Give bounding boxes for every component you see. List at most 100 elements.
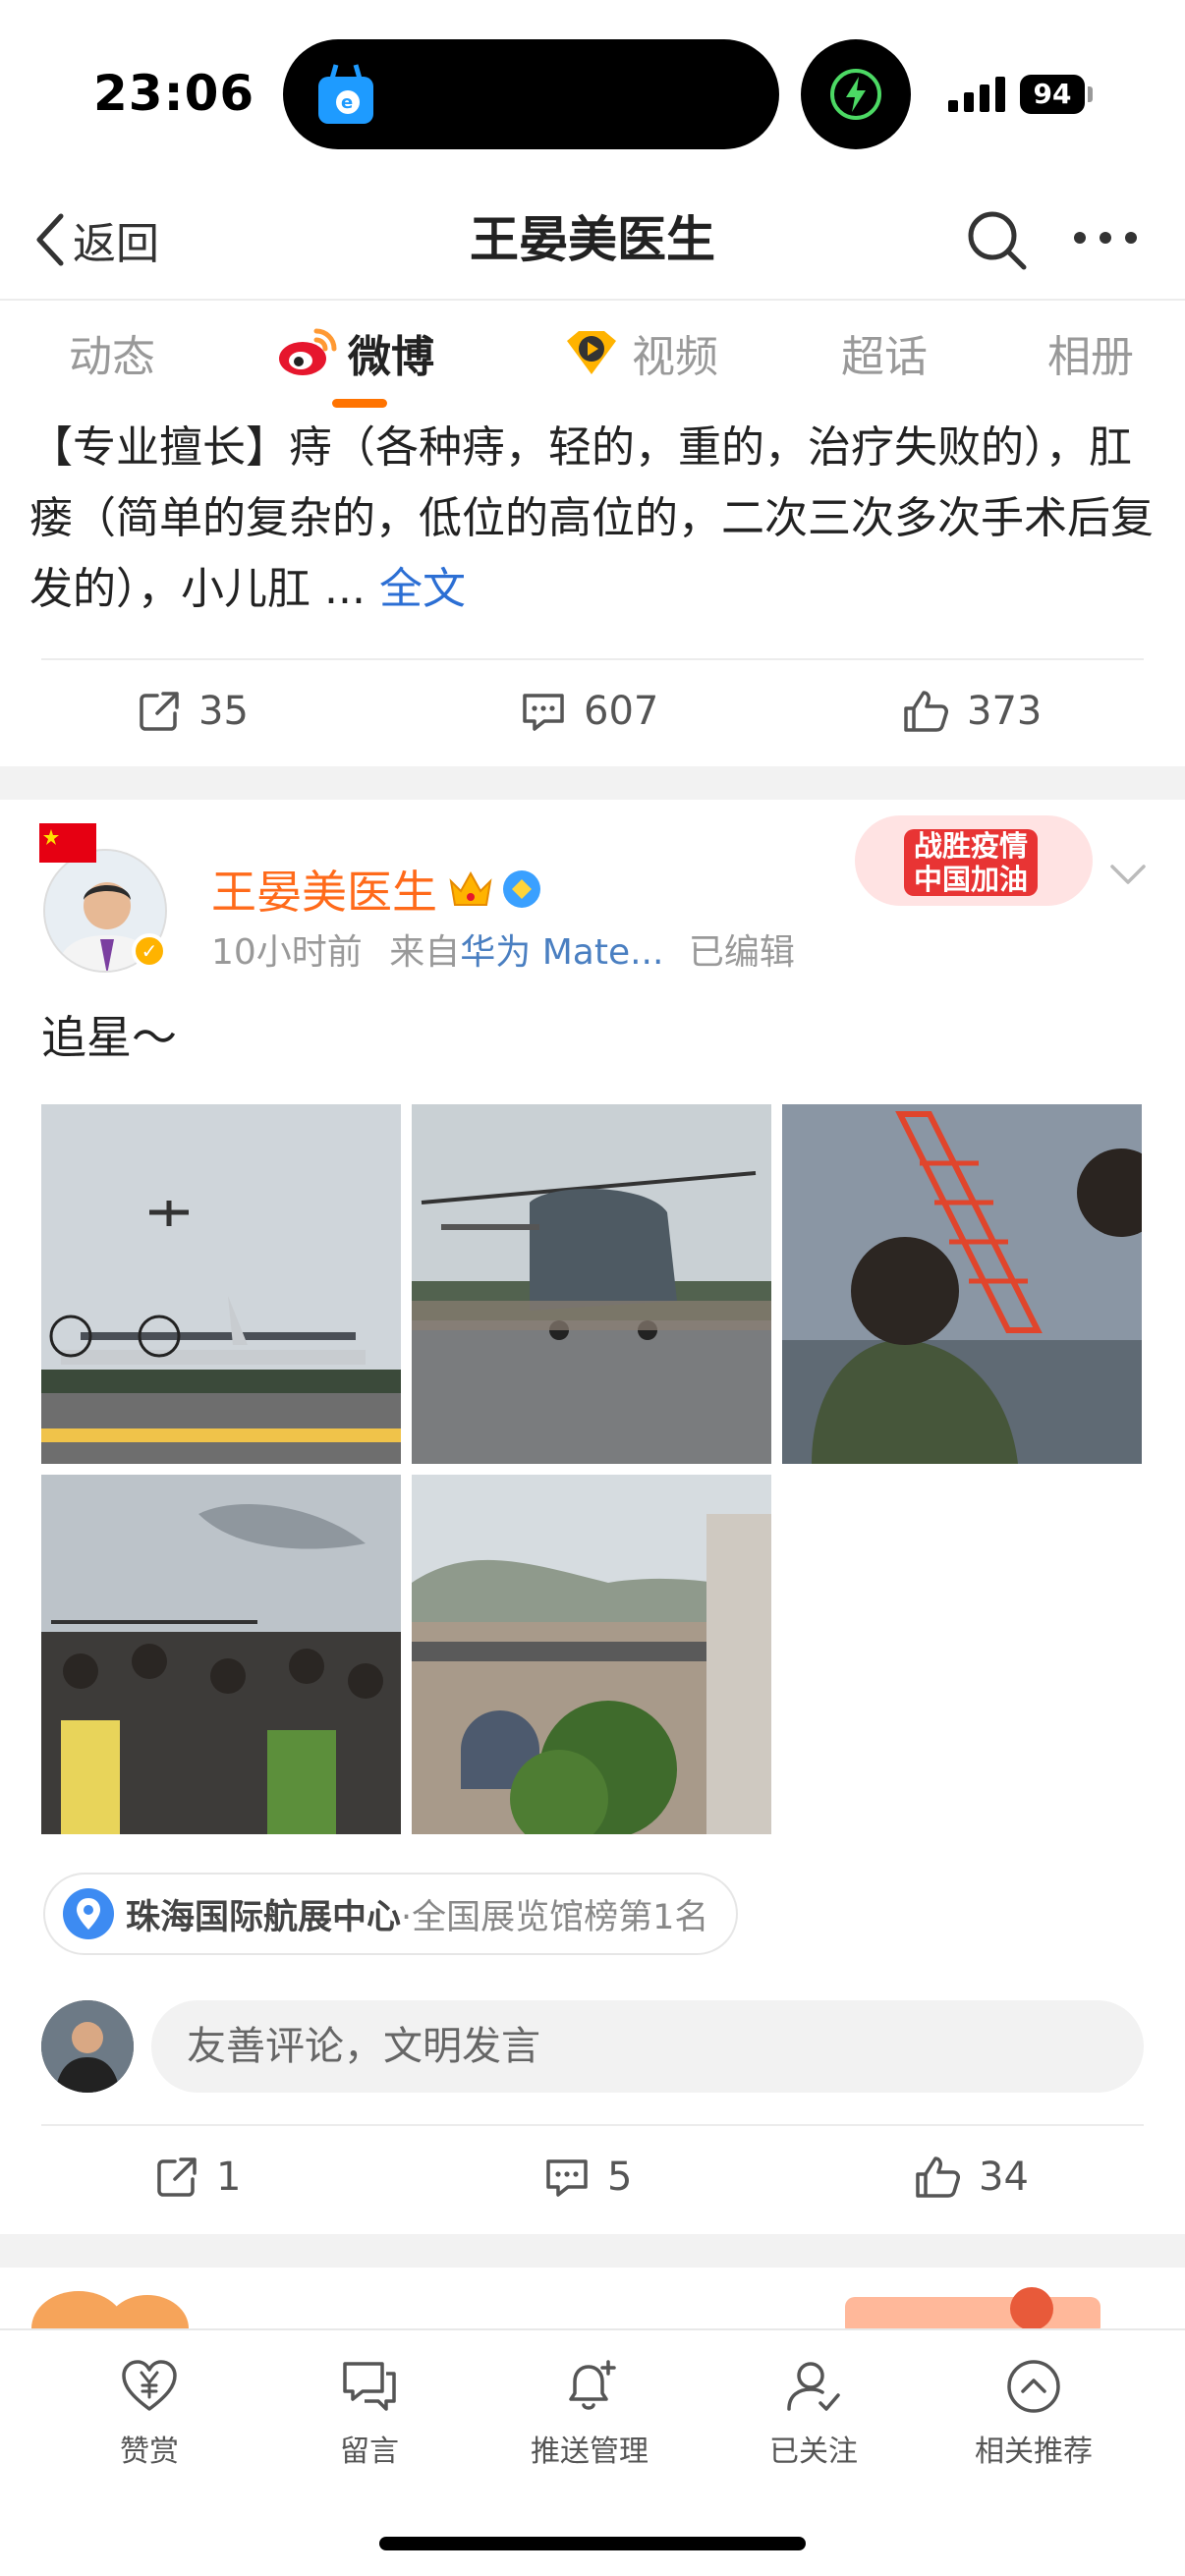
location-name: 珠海国际航展中心	[126, 1897, 402, 1937]
like-button[interactable]: 373	[902, 662, 1042, 760]
membership-badge-icon	[503, 870, 540, 908]
tab-super-topic[interactable]: 超话	[841, 318, 928, 387]
video-icon	[567, 331, 616, 374]
tab-dynamics[interactable]: 动态	[69, 318, 155, 387]
user-photo-icon	[41, 2000, 134, 2093]
thumbs-up-icon	[916, 2156, 960, 2198]
tab-label: 视频	[632, 332, 718, 382]
post-meta: 10小时前 来自华为 Mate... 已编辑	[211, 924, 795, 975]
chevron-down-icon[interactable]	[1108, 863, 1148, 888]
yen-heart-icon	[122, 2360, 177, 2411]
user-check-icon	[787, 2362, 840, 2411]
aircraft-photo	[41, 1104, 401, 1464]
dynamic-island: e	[283, 39, 779, 149]
campaign-line-2: 中国加油	[914, 863, 1029, 896]
photo-thumbnail[interactable]	[782, 1104, 1142, 1464]
profile-tabs: 动态 微博 视频 超话 相册	[0, 299, 1185, 408]
post-actions: 35 607 373	[0, 662, 1185, 760]
next-post-decoration	[31, 2287, 1100, 2328]
bottom-label: 已关注	[769, 2435, 858, 2469]
repost-count: 1	[216, 2155, 242, 2200]
related-recommend-button[interactable]: 相关推荐	[945, 2356, 1122, 2470]
comment-input[interactable]: 友善评论，文明发言	[151, 2000, 1144, 2093]
campaign-badge[interactable]: 战胜疫情 中国加油	[855, 815, 1093, 906]
comment-icon	[523, 694, 564, 731]
divider	[41, 2124, 1144, 2126]
comment-count: 607	[584, 689, 659, 734]
post-source[interactable]: 华为 Mate...	[460, 932, 663, 973]
message-icon	[343, 2362, 396, 2411]
building-photo	[412, 1475, 771, 1834]
tab-video[interactable]: 视频	[563, 318, 718, 387]
author-avatar[interactable]: ✓	[39, 823, 172, 973]
status-bar: 23:06 e 94	[0, 0, 1185, 187]
leave-message-button[interactable]: 留言	[281, 2356, 458, 2470]
campaign-line-1: 战胜疫情	[914, 829, 1029, 863]
location-pin-icon	[63, 1888, 114, 1939]
location-rank: ·全国展览馆榜第1名	[401, 1897, 709, 1937]
china-flag-icon	[39, 823, 96, 863]
following-button[interactable]: 已关注	[725, 2356, 902, 2470]
tab-label: 动态	[69, 332, 155, 382]
feed-separator	[0, 766, 1185, 800]
home-indicator[interactable]	[379, 2537, 806, 2550]
battery-tip	[1088, 86, 1093, 102]
feed-separator	[0, 2234, 1185, 2268]
tab-label: 相册	[1047, 332, 1134, 382]
reward-button[interactable]: 赞赏	[61, 2356, 238, 2470]
repost-button[interactable]: 35	[138, 662, 249, 760]
post-text: 【专业擅长】痔（各种痔，轻的，重的，治疗失败的），肛瘘（简单的复杂的，低位的高位…	[29, 413, 1159, 625]
share-icon	[140, 692, 179, 731]
my-avatar[interactable]	[41, 2000, 134, 2093]
post-time: 10小时前	[211, 932, 363, 973]
photo-thumbnail[interactable]	[412, 1104, 771, 1464]
share-icon	[157, 2157, 197, 2197]
helicopter-photo	[412, 1104, 771, 1464]
tab-label: 超话	[841, 332, 928, 382]
shopping-bag-app-icon: e	[318, 64, 373, 124]
comment-icon	[546, 2159, 588, 2197]
search-icon[interactable]	[963, 200, 1032, 279]
tab-album[interactable]: 相册	[1047, 318, 1134, 387]
full-text-link[interactable]: 全文	[379, 564, 466, 614]
bolt-icon	[830, 69, 881, 120]
crown-icon	[449, 870, 492, 906]
active-tab-indicator	[332, 399, 387, 408]
photo-thumbnail[interactable]	[41, 1475, 401, 1834]
repost-count: 35	[198, 689, 249, 734]
svg-text:e: e	[341, 92, 353, 113]
status-time: 23:06	[93, 65, 255, 122]
charging-indicator	[801, 39, 911, 149]
repost-button[interactable]: 1	[155, 2128, 241, 2226]
bottom-label: 相关推荐	[975, 2435, 1093, 2469]
signal-icon	[948, 77, 1005, 112]
divider	[41, 658, 1144, 660]
thumbs-up-icon	[904, 691, 948, 732]
photo-thumbnail[interactable]	[412, 1475, 771, 1834]
post-body: 追星～	[41, 1011, 177, 1064]
push-management-button[interactable]: 推送管理	[501, 2356, 678, 2470]
bottom-label: 赞赏	[120, 2435, 179, 2469]
like-count: 373	[967, 689, 1043, 734]
battery-level: 94	[1020, 75, 1085, 114]
weibo-icon	[279, 328, 337, 375]
like-button[interactable]: 34	[914, 2128, 1029, 2226]
tab-label: 微博	[348, 332, 434, 382]
location-tag[interactable]: 珠海国际航展中心 ·全国展览馆榜第1名	[43, 1873, 739, 1955]
like-count: 34	[979, 2155, 1029, 2200]
edited-label[interactable]: 已编辑	[689, 932, 795, 973]
photo-thumbnail[interactable]	[41, 1104, 401, 1464]
more-icon[interactable]	[1071, 226, 1140, 250]
verified-badge-icon: ✓	[132, 933, 167, 969]
comment-button[interactable]: 607	[521, 662, 658, 760]
tab-weibo[interactable]: 微博	[277, 318, 434, 387]
comment-button[interactable]: 5	[544, 2128, 632, 2226]
post-actions: 1 5 34	[0, 2128, 1185, 2226]
source-prefix: 来自	[389, 932, 461, 973]
pilot-photo	[782, 1104, 1142, 1464]
nav-bar: 返回 王晏美医生	[0, 187, 1185, 297]
next-post-peek	[0, 2269, 1185, 2328]
campaign-text: 战胜疫情 中国加油	[904, 829, 1039, 896]
author-name-row[interactable]: 王晏美医生	[211, 857, 543, 922]
post-body: 【专业擅长】痔（各种痔，轻的，重的，治疗失败的），肛瘘（简单的复杂的，低位的高位…	[29, 422, 1154, 614]
